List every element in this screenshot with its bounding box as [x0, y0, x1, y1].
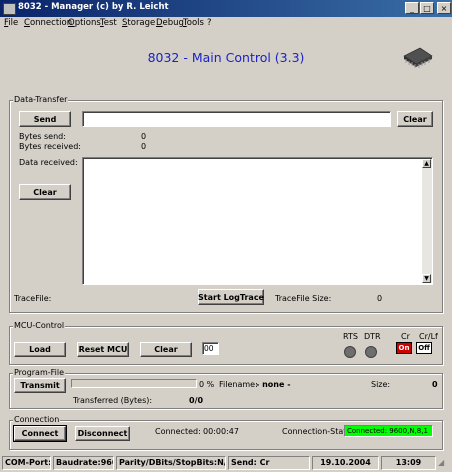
- rts-led-icon: [344, 346, 356, 358]
- close-button[interactable]: ×: [437, 2, 451, 14]
- transferred-label: Transferred (Bytes):: [73, 396, 153, 405]
- menu-storage[interactable]: Storage: [122, 18, 155, 28]
- send-button[interactable]: Send: [19, 111, 71, 127]
- dtr-label: DTR: [364, 332, 381, 341]
- minimize-button[interactable]: _: [405, 2, 419, 14]
- crlf-toggle[interactable]: Off: [416, 342, 432, 354]
- transferred-value: 0/0: [189, 396, 204, 405]
- connected-label: Connected:: [155, 427, 201, 436]
- rts-label: RTS: [343, 332, 358, 341]
- mcu-control-label: MCU-Control: [13, 321, 66, 330]
- bytes-received-value: 0: [141, 142, 147, 151]
- transfer-progress-bar: [71, 379, 197, 388]
- scroll-down-icon[interactable]: ▼: [422, 274, 431, 283]
- send-input[interactable]: [82, 111, 391, 127]
- chip-icon: [403, 47, 433, 68]
- tracefile-size-label: TraceFile Size:: [275, 294, 332, 303]
- received-scrollbar[interactable]: [422, 159, 432, 283]
- start-logtrace-button[interactable]: Start LogTrace: [198, 289, 264, 305]
- menu-help[interactable]: ?: [207, 18, 212, 28]
- menu-options[interactable]: Options: [68, 18, 101, 28]
- program-file-label: Program-File: [13, 368, 66, 377]
- menu-test[interactable]: Test: [100, 18, 117, 28]
- status-time: 13:09: [381, 456, 436, 470]
- menu-tools[interactable]: Tools: [183, 18, 204, 28]
- page-title: 8032 - Main Control (3.3): [147, 50, 305, 65]
- scroll-up-icon[interactable]: ▲: [422, 159, 431, 168]
- status-baudrate: Baudrate:9600: [53, 456, 114, 470]
- bytes-send-label: Bytes send:: [19, 132, 66, 141]
- connected-time: 00:00:47: [203, 427, 239, 436]
- status-send: Send: Cr: [228, 456, 310, 470]
- menu-debug[interactable]: Debug: [156, 18, 184, 28]
- bytes-received-label: Bytes received:: [19, 142, 81, 151]
- bytes-send-value: 0: [141, 132, 147, 141]
- connection-status-indicator: Connected: 9600,N,8,1: [344, 425, 433, 437]
- load-button[interactable]: Load: [14, 342, 66, 357]
- data-transfer-label: Data-Transfer: [13, 95, 69, 104]
- progress-percent: 0 %: [199, 380, 215, 389]
- status-bar: COM-Port:1 Baudrate:9600 Parity/DBits/St…: [0, 456, 452, 470]
- transmit-button[interactable]: Transmit: [14, 378, 66, 393]
- status-date: 19.10.2004: [312, 456, 379, 470]
- app-icon: [3, 3, 16, 15]
- data-received-label: Data received:: [19, 158, 78, 167]
- status-port: COM-Port:1: [2, 456, 51, 470]
- filename-label: Filename:: [219, 380, 258, 389]
- menu-bar: File Connection Options Test Storage Deb…: [0, 17, 452, 30]
- size-value: 0: [432, 380, 438, 389]
- clear-send-button[interactable]: Clear: [397, 111, 433, 127]
- connection-label: Connection: [13, 415, 61, 424]
- size-label: Size:: [371, 380, 391, 389]
- reset-mcu-button[interactable]: Reset MCU: [77, 342, 129, 357]
- window-title: 8032 - Manager (c) by R. Leicht: [18, 2, 169, 12]
- menu-file[interactable]: File: [4, 18, 18, 28]
- resize-grip-icon[interactable]: ◢: [438, 458, 450, 470]
- clear-received-button[interactable]: Clear: [19, 184, 71, 200]
- cr-toggle[interactable]: On: [396, 342, 412, 354]
- mcu-value-input[interactable]: 00: [202, 342, 219, 355]
- tracefile-size-value: 0: [377, 294, 383, 303]
- connect-button[interactable]: Connect: [13, 425, 67, 442]
- disconnect-button[interactable]: Disconnect: [75, 426, 130, 441]
- received-textarea[interactable]: [82, 157, 433, 285]
- clear-mcu-button[interactable]: Clear: [140, 342, 192, 357]
- cr-label: Cr: [401, 332, 410, 341]
- dtr-led-icon: [365, 346, 377, 358]
- status-parity: Parity/DBits/StopBits:N/8/1: [116, 456, 226, 470]
- received-text: [83, 158, 432, 162]
- maximize-button[interactable]: □: [420, 2, 434, 14]
- menu-connection[interactable]: Connection: [24, 18, 72, 28]
- tracefile-label: TraceFile:: [14, 294, 52, 303]
- crlf-label: Cr/Lf: [419, 332, 438, 341]
- filename-value: - none -: [256, 380, 291, 389]
